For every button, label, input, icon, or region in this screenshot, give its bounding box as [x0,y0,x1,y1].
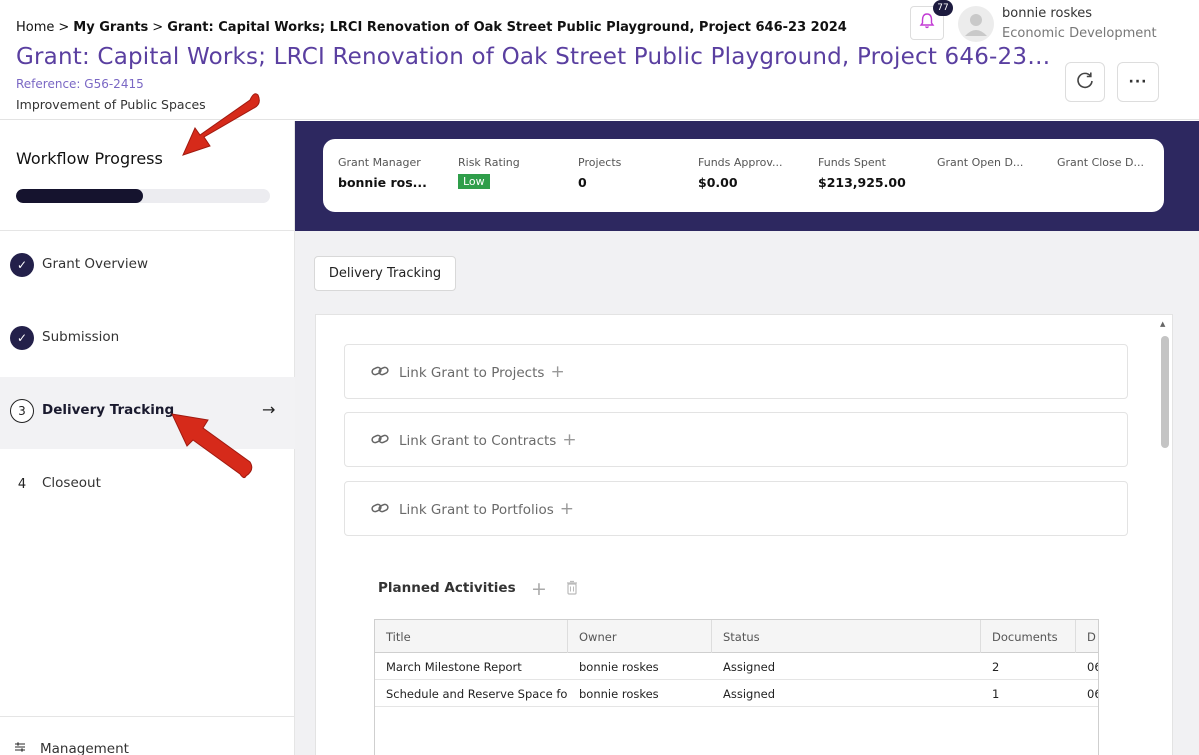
annotation-arrow-icon [171,413,253,479]
annotation-arrow-icon [182,93,260,156]
annotation-arrows [171,93,260,479]
